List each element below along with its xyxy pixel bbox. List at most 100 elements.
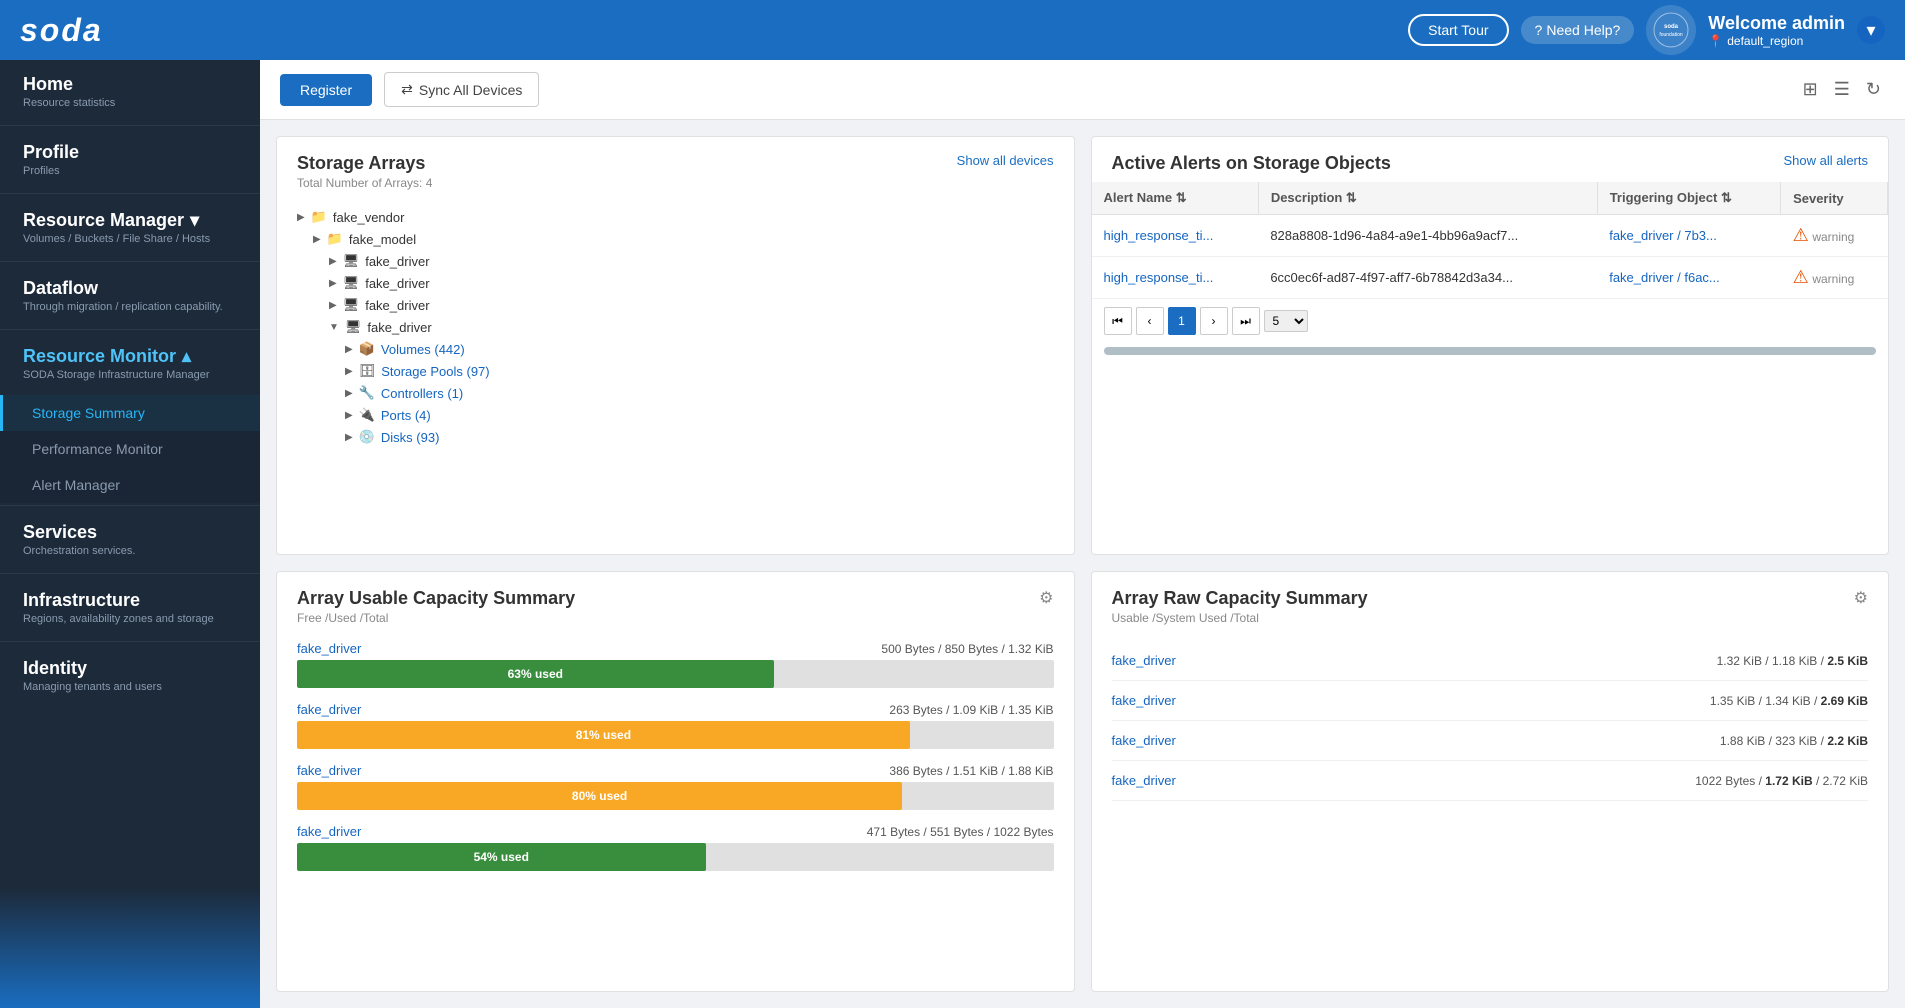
content-grid: Storage Arrays Total Number of Arrays: 4… <box>260 120 1905 1008</box>
last-page-button[interactable]: ⏭ <box>1232 307 1260 335</box>
alert-trigger-link-2[interactable]: fake_driver / f6ac... <box>1609 270 1720 285</box>
disks-link[interactable]: Disks (93) <box>381 430 440 445</box>
alert-severity-1: ⚠ warning <box>1781 215 1888 257</box>
tree-storage-pools[interactable]: ▶ 🗄 Storage Pools (97) <box>345 360 1054 382</box>
sidebar-item-profile[interactable]: Profile Profiles <box>0 128 260 191</box>
sidebar-item-identity[interactable]: Identity Managing tenants and users <box>0 644 260 707</box>
tree-driver-1[interactable]: ▶ 🖥 fake_driver <box>329 250 1054 272</box>
per-page-select[interactable]: 5 10 20 <box>1264 310 1308 332</box>
alert-name-1: high_response_ti... <box>1092 215 1259 257</box>
grid-view-icon[interactable]: ⊞ <box>1799 75 1822 104</box>
alert-severity-2: ⚠ warning <box>1781 257 1888 299</box>
driver3-label: fake_driver <box>365 298 429 313</box>
register-button[interactable]: Register <box>280 74 372 106</box>
raw-cap-driver-1[interactable]: fake_driver <box>1112 653 1176 668</box>
tree-driver-2[interactable]: ▶ 🖥 fake_driver <box>329 272 1054 294</box>
sidebar-divider-2 <box>0 193 260 194</box>
show-all-alerts-link[interactable]: Show all alerts <box>1783 153 1868 168</box>
prev-page-button[interactable]: ‹ <box>1136 307 1164 335</box>
start-tour-button[interactable]: Start Tour <box>1408 14 1508 46</box>
sidebar-home-subtitle: Resource statistics <box>23 97 240 109</box>
sidebar-item-resource-monitor[interactable]: Resource Monitor SODA Storage Infrastruc… <box>0 332 260 395</box>
col-alert-name: Alert Name ⇅ <box>1092 182 1259 215</box>
svg-text:foundation: foundation <box>1660 32 1684 38</box>
sidebar-home-title: Home <box>23 74 240 95</box>
sidebar-item-dataflow[interactable]: Dataflow Through migration / replication… <box>0 264 260 327</box>
raw-cap-values-2: 1.35 KiB / 1.34 KiB / 2.69 KiB <box>1710 694 1868 708</box>
volumes-link[interactable]: Volumes (442) <box>381 342 465 357</box>
sidebar-item-resource-manager[interactable]: Resource Manager Volumes / Buckets / Fil… <box>0 196 260 259</box>
tree-controllers[interactable]: ▶ 🔧 Controllers (1) <box>345 382 1054 404</box>
need-help-button[interactable]: ? Need Help? <box>1521 16 1635 44</box>
alert-desc-2: 6cc0ec6f-ad87-4f97-aff7-6b78842d3a34... <box>1258 257 1597 299</box>
user-info: Welcome admin 📍 default_region <box>1708 13 1845 48</box>
capacity-values-3: 386 Bytes / 1.51 KiB / 1.88 KiB <box>889 764 1053 778</box>
ports-link[interactable]: Ports (4) <box>381 408 431 423</box>
alert-name-link-2[interactable]: high_response_ti... <box>1104 270 1214 285</box>
capacity-bar-bg-4: 54% used <box>297 843 1054 871</box>
page-1-button[interactable]: 1 <box>1168 307 1196 335</box>
sidebar-item-home[interactable]: Home Resource statistics <box>0 60 260 123</box>
refresh-icon[interactable]: ↻ <box>1862 75 1885 104</box>
tree-vendor[interactable]: ▶ 📁 fake_vendor <box>297 206 1054 228</box>
server-icon-2: 🖥 <box>343 275 360 291</box>
usable-capacity-body: fake_driver 500 Bytes / 850 Bytes / 1.32… <box>277 633 1074 901</box>
alert-name-link-1[interactable]: high_response_ti... <box>1104 228 1214 243</box>
vendor-label: fake_vendor <box>333 210 405 225</box>
table-row: high_response_ti... 6cc0ec6f-ad87-4f97-a… <box>1092 257 1888 299</box>
svg-text:soda: soda <box>1664 24 1679 30</box>
capacity-item-1-header: fake_driver 500 Bytes / 850 Bytes / 1.32… <box>297 641 1054 656</box>
raw-cap-values-4: 1022 Bytes / 1.72 KiB / 2.72 KiB <box>1695 774 1868 788</box>
storage-arrays-title: Storage Arrays <box>297 153 432 174</box>
controllers-link[interactable]: Controllers (1) <box>381 386 463 401</box>
raw-cap-item-4: fake_driver 1022 Bytes / 1.72 KiB / 2.72… <box>1112 761 1869 801</box>
sidebar-resource-manager-title: Resource Manager <box>23 210 240 231</box>
list-view-icon[interactable]: ☰ <box>1830 75 1854 104</box>
model-arrow: ▶ <box>313 234 321 245</box>
tree-ports[interactable]: ▶ 🔌 Ports (4) <box>345 404 1054 426</box>
capacity-values-4: 471 Bytes / 551 Bytes / 1022 Bytes <box>867 825 1054 839</box>
sidebar-resource-monitor-subtitle: SODA Storage Infrastructure Manager <box>23 369 240 381</box>
raw-cap-item-2: fake_driver 1.35 KiB / 1.34 KiB / 2.69 K… <box>1112 681 1869 721</box>
capacity-bar-bg-2: 81% used <box>297 721 1054 749</box>
raw-cap-driver-4[interactable]: fake_driver <box>1112 773 1176 788</box>
tree-volumes[interactable]: ▶ 📦 Volumes (442) <box>345 338 1054 360</box>
sidebar-sub-alert-manager[interactable]: Alert Manager <box>0 467 260 503</box>
sidebar-sub-performance-monitor[interactable]: Performance Monitor <box>0 431 260 467</box>
table-row: high_response_ti... 828a8808-1d96-4a84-a… <box>1092 215 1888 257</box>
capacity-values-1: 500 Bytes / 850 Bytes / 1.32 KiB <box>881 642 1053 656</box>
warning-icon-2: ⚠ <box>1793 267 1809 287</box>
sidebar-sub-storage-summary[interactable]: Storage Summary <box>0 395 260 431</box>
capacity-item-1: fake_driver 500 Bytes / 850 Bytes / 1.32… <box>297 641 1054 688</box>
usable-capacity-settings-icon[interactable]: ⚙ <box>1039 588 1053 608</box>
usable-capacity-card: Array Usable Capacity Summary Free /Used… <box>276 571 1075 992</box>
sidebar-item-services[interactable]: Services Orchestration services. <box>0 508 260 571</box>
question-icon: ? <box>1535 22 1543 38</box>
alerts-pagination: ⏮ ‹ 1 › ⏭ 5 10 20 <box>1092 299 1889 343</box>
raw-capacity-settings-icon[interactable]: ⚙ <box>1854 588 1868 608</box>
tree-driver-4[interactable]: ▼ 🖥 fake_driver <box>329 316 1054 338</box>
show-all-devices-link[interactable]: Show all devices <box>957 153 1054 168</box>
capacity-values-2: 263 Bytes / 1.09 KiB / 1.35 KiB <box>889 703 1053 717</box>
capacity-driver-1[interactable]: fake_driver <box>297 641 361 656</box>
capacity-driver-3[interactable]: fake_driver <box>297 763 361 778</box>
sidebar-profile-subtitle: Profiles <box>23 165 240 177</box>
username: Welcome admin <box>1708 13 1845 34</box>
user-dropdown-button[interactable]: ▾ <box>1857 16 1885 44</box>
server-icon-4: 🖥 <box>345 319 362 335</box>
alert-trigger-link-1[interactable]: fake_driver / 7b3... <box>1609 228 1717 243</box>
first-page-button[interactable]: ⏮ <box>1104 307 1132 335</box>
pools-link[interactable]: Storage Pools (97) <box>381 364 489 379</box>
raw-cap-driver-2[interactable]: fake_driver <box>1112 693 1176 708</box>
sidebar-item-infrastructure[interactable]: Infrastructure Regions, availability zon… <box>0 576 260 639</box>
severity-label-2: warning <box>1812 272 1854 286</box>
tree-driver-3[interactable]: ▶ 🖥 fake_driver <box>329 294 1054 316</box>
tree-disks[interactable]: ▶ 💿 Disks (93) <box>345 426 1054 448</box>
raw-cap-driver-3[interactable]: fake_driver <box>1112 733 1176 748</box>
capacity-driver-4[interactable]: fake_driver <box>297 824 361 839</box>
tree-model[interactable]: ▶ 📁 fake_model <box>313 228 1054 250</box>
capacity-driver-2[interactable]: fake_driver <box>297 702 361 717</box>
active-alerts-body: Alert Name ⇅ Description ⇅ Triggering Ob… <box>1092 182 1889 355</box>
sync-all-devices-button[interactable]: ⇄ Sync All Devices <box>384 72 539 107</box>
next-page-button[interactable]: › <box>1200 307 1228 335</box>
